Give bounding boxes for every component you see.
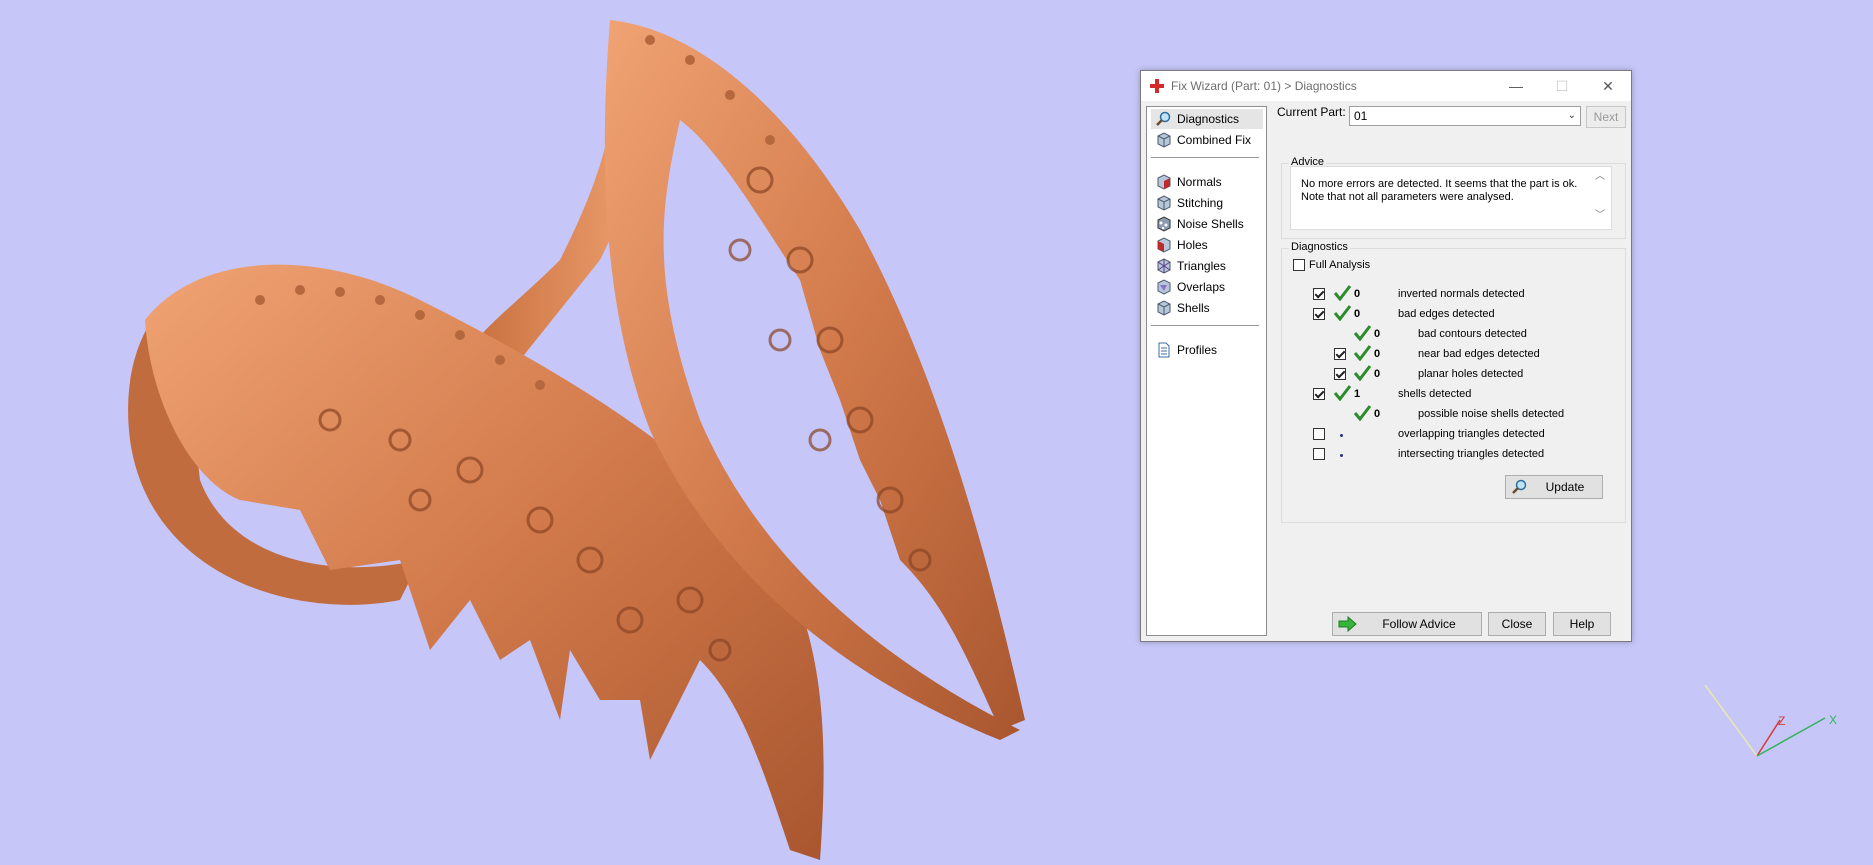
near-bad-edges-checkbox[interactable] xyxy=(1334,348,1346,360)
nav-item-label: Noise Shells xyxy=(1177,217,1244,231)
nav-item-label: Holes xyxy=(1177,238,1208,252)
nav-item-stitching[interactable]: Stitching xyxy=(1151,193,1263,213)
stitching-cube-icon xyxy=(1157,195,1171,211)
close-window-button[interactable]: ✕ xyxy=(1585,71,1631,101)
holes-cube-icon xyxy=(1157,237,1171,253)
nav-item-label: Overlaps xyxy=(1177,280,1226,294)
inverted-normals-count: 0 xyxy=(1354,288,1361,300)
noise-shells-label: possible noise shells detected xyxy=(1418,408,1565,420)
full-analysis-label: Full Analysis xyxy=(1309,259,1371,271)
magnifier-icon xyxy=(1156,111,1171,126)
maximize-button[interactable]: ☐ xyxy=(1539,71,1585,101)
nav-item-label: Diagnostics xyxy=(1177,112,1240,126)
help-button[interactable]: Help xyxy=(1553,612,1611,636)
full-analysis-checkbox[interactable] xyxy=(1293,259,1305,271)
title-bar[interactable]: Fix Wizard (Part: 01) > Diagnostics — ☐ … xyxy=(1141,71,1631,101)
green-check-icon xyxy=(1353,405,1371,421)
scroll-down-icon[interactable]: ﹀ xyxy=(1595,209,1605,222)
next-button[interactable]: Next xyxy=(1586,106,1626,128)
intersecting-triangles-checkbox[interactable] xyxy=(1313,448,1325,460)
update-label: Update xyxy=(1545,480,1585,494)
nav-item-holes[interactable]: Holes xyxy=(1151,235,1263,255)
green-check-icon xyxy=(1333,305,1351,321)
magnifier-icon xyxy=(1512,479,1527,494)
overlaps-icon xyxy=(1157,279,1171,295)
noise-shells-count: 0 xyxy=(1374,408,1381,420)
scroll-up-icon[interactable]: ︿ xyxy=(1595,170,1605,183)
inverted-normals-label: inverted normals detected xyxy=(1398,288,1525,300)
overlapping-triangles-checkbox[interactable] xyxy=(1313,428,1325,440)
green-check-icon xyxy=(1333,285,1351,301)
inverted-normals-checkbox[interactable] xyxy=(1313,288,1325,300)
shells-label: shells detected xyxy=(1398,388,1472,400)
diagnostics-legend: Diagnostics xyxy=(1289,241,1350,253)
current-part-value: 01 xyxy=(1354,109,1368,123)
overlapping-triangles-label: overlapping triangles detected xyxy=(1398,428,1545,440)
chevron-down-icon: ⌄ xyxy=(1567,110,1576,121)
triangles-icon xyxy=(1157,258,1171,274)
profiles-document-icon xyxy=(1158,342,1170,358)
near-bad-edges-count: 0 xyxy=(1374,348,1381,360)
near-bad-edges-label: near bad edges detected xyxy=(1418,348,1540,360)
nav-item-label: Triangles xyxy=(1177,259,1226,273)
bad-edges-count: 0 xyxy=(1354,308,1361,320)
noise-shells-icon xyxy=(1157,216,1171,232)
close-button[interactable]: Close xyxy=(1488,612,1546,636)
pending-dot-icon xyxy=(1340,434,1343,437)
nav-item-label: Combined Fix xyxy=(1177,133,1252,147)
nav-item-profiles[interactable]: Profiles xyxy=(1151,340,1263,360)
nav-item-label: Normals xyxy=(1177,175,1222,189)
bad-contours-count: 0 xyxy=(1374,328,1381,340)
nav-item-diagnostics[interactable]: Diagnostics xyxy=(1151,109,1263,129)
advice-text-line-1: No more errors are detected. It seems th… xyxy=(1301,178,1578,190)
green-arrow-icon xyxy=(1338,616,1357,632)
bad-contours-label: bad contours detected xyxy=(1418,328,1527,340)
green-check-icon xyxy=(1333,385,1351,401)
nav-item-combined-fix[interactable]: Combined Fix xyxy=(1151,130,1263,150)
fix-wizard-dialog: Fix Wizard (Part: 01) > Diagnostics — ☐ … xyxy=(1140,70,1632,642)
advice-text-box[interactable]: No more errors are detected. It seems th… xyxy=(1290,166,1612,230)
nav-separator xyxy=(1151,325,1259,326)
planar-holes-checkbox[interactable] xyxy=(1334,368,1346,380)
shells-icon xyxy=(1157,300,1171,316)
x-axis-label: X xyxy=(1829,713,1837,727)
nav-separator xyxy=(1151,157,1259,158)
shells-count: 1 xyxy=(1354,388,1361,400)
nav-item-normals[interactable]: Normals xyxy=(1151,172,1263,192)
nav-item-label: Shells xyxy=(1177,301,1210,315)
normals-cube-icon xyxy=(1157,174,1171,190)
nav-item-label: Profiles xyxy=(1177,343,1218,357)
nav-item-overlaps[interactable]: Overlaps xyxy=(1151,277,1263,297)
planar-holes-count: 0 xyxy=(1374,368,1381,380)
nav-item-shells[interactable]: Shells xyxy=(1151,298,1263,318)
shells-checkbox[interactable] xyxy=(1313,388,1325,400)
green-check-icon xyxy=(1353,345,1371,361)
cube-icon xyxy=(1157,132,1171,148)
axis-triad: Z X xyxy=(1704,684,1837,757)
intersecting-triangles-label: intersecting triangles detected xyxy=(1398,448,1545,460)
current-part-label: Current Part: xyxy=(1277,105,1346,119)
follow-advice-label: Follow Advice xyxy=(1382,617,1456,631)
bad-edges-checkbox[interactable] xyxy=(1313,308,1325,320)
wizard-nav: Diagnostics Combined Fix Normals Stitchi… xyxy=(1146,106,1267,636)
nav-item-label: Stitching xyxy=(1177,196,1224,210)
minimize-button[interactable]: — xyxy=(1493,71,1539,101)
nav-item-triangles[interactable]: Triangles xyxy=(1151,256,1263,276)
bad-edges-label: bad edges detected xyxy=(1398,308,1495,320)
nav-item-noise-shells[interactable]: Noise Shells xyxy=(1151,214,1263,234)
update-button[interactable]: Update xyxy=(1505,475,1603,499)
pending-dot-icon xyxy=(1340,454,1343,457)
planar-holes-label: planar holes detected xyxy=(1418,368,1524,380)
advice-text-line-2: Note that not all parameters were analys… xyxy=(1301,191,1514,203)
red-cross-app-icon xyxy=(1150,79,1164,93)
z-axis-label: Z xyxy=(1778,714,1785,728)
follow-advice-button[interactable]: Follow Advice xyxy=(1332,612,1482,636)
dialog-title: Fix Wizard (Part: 01) > Diagnostics xyxy=(1171,79,1357,93)
green-check-icon xyxy=(1353,365,1371,381)
current-part-select[interactable]: 01 ⌄ xyxy=(1349,106,1581,126)
ring-model xyxy=(128,20,1025,860)
green-check-icon xyxy=(1353,325,1371,341)
